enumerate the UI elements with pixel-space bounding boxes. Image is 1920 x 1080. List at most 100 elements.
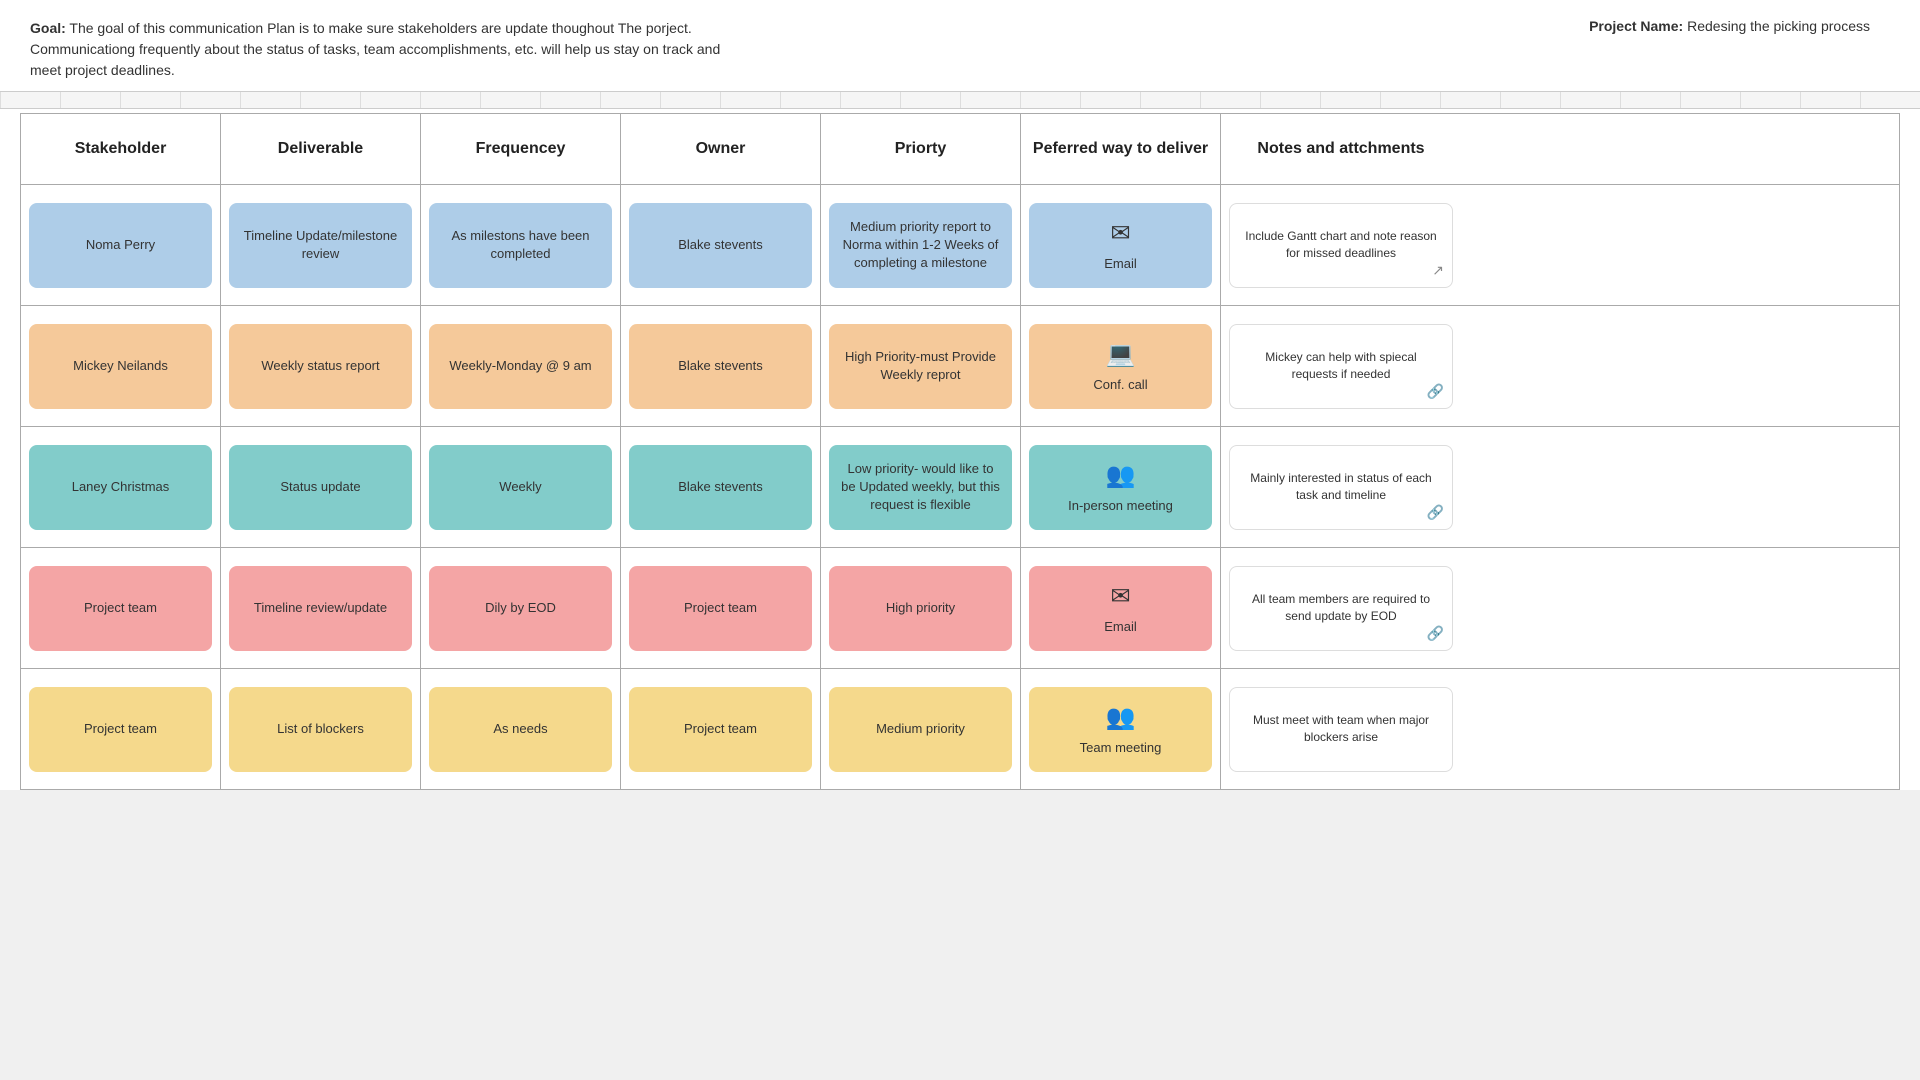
owner-card-4: Project team — [629, 687, 812, 772]
cell-notes-0: Include Gantt chart and note reason for … — [1221, 185, 1461, 305]
cell-priority-4: Medium priority — [821, 669, 1021, 789]
cell-notes-2: Mainly interested in status of each task… — [1221, 427, 1461, 547]
cell-owner-2: Blake stevents — [621, 427, 821, 547]
note-wrapper-0: Include Gantt chart and note reason for … — [1229, 203, 1453, 288]
project-label: Project Name: — [1589, 18, 1683, 34]
deliver-icon-3: ✉ — [1110, 580, 1130, 614]
cell-frequency-2: Weekly — [421, 427, 621, 547]
cell-priority-2: Low priority- would like to be Updated w… — [821, 427, 1021, 547]
priority-card-3: High priority — [829, 566, 1012, 651]
col-frequency: Frequencey — [421, 114, 621, 184]
goal-content: The goal of this communication Plan is t… — [30, 20, 720, 78]
note-wrapper-1: Mickey can help with spiecal requests if… — [1229, 324, 1453, 409]
cell-stakeholder-4: Project team — [21, 669, 221, 789]
link-icon-1: 🔗 — [1427, 382, 1444, 402]
deliver-icon-0: ✉ — [1110, 217, 1130, 251]
cell-deliverable-3: Timeline review/update — [221, 548, 421, 668]
stakeholder-card-3: Project team — [29, 566, 212, 651]
cell-owner-4: Project team — [621, 669, 821, 789]
cell-deliverable-2: Status update — [221, 427, 421, 547]
deliver-card-2: 👥 In-person meeting — [1029, 445, 1212, 530]
note-wrapper-2: Mainly interested in status of each task… — [1229, 445, 1453, 530]
deliverable-card-1: Weekly status report — [229, 324, 412, 409]
cell-frequency-0: As milestons have been completed — [421, 185, 621, 305]
stakeholder-card-0: Noma Perry — [29, 203, 212, 288]
deliverable-card-4: List of blockers — [229, 687, 412, 772]
priority-card-0: Medium priority report to Norma within 1… — [829, 203, 1012, 288]
deliver-card-3: ✉ Email — [1029, 566, 1212, 651]
link-icon-3: 🔗 — [1427, 624, 1444, 644]
priority-card-2: Low priority- would like to be Updated w… — [829, 445, 1012, 530]
deliver-card-0: ✉ Email — [1029, 203, 1212, 288]
cell-deliverable-0: Timeline Update/milestone review — [221, 185, 421, 305]
col-owner: Owner — [621, 114, 821, 184]
table-header: Stakeholder Deliverable Frequencey Owner… — [21, 114, 1899, 185]
deliver-label-3: Email — [1104, 618, 1137, 636]
table-row: Project team Timeline review/update Dily… — [21, 548, 1899, 669]
cell-stakeholder-1: Mickey Neilands — [21, 306, 221, 426]
deliver-card-4: 👥 Team meeting — [1029, 687, 1212, 772]
cell-deliverable-4: List of blockers — [221, 669, 421, 789]
grid-ruler — [0, 91, 1920, 109]
frequency-card-1: Weekly-Monday @ 9 am — [429, 324, 612, 409]
note-wrapper-3: All team members are required to send up… — [1229, 566, 1453, 651]
cell-frequency-1: Weekly-Monday @ 9 am — [421, 306, 621, 426]
deliver-icon-1: 💻 — [1106, 338, 1136, 372]
stakeholder-card-4: Project team — [29, 687, 212, 772]
col-deliverable: Deliverable — [221, 114, 421, 184]
note-card-3: All team members are required to send up… — [1229, 566, 1453, 651]
cell-owner-1: Blake stevents — [621, 306, 821, 426]
stakeholder-card-2: Laney Christmas — [29, 445, 212, 530]
table-body: Noma Perry Timeline Update/milestone rev… — [21, 185, 1899, 789]
frequency-card-3: Dily by EOD — [429, 566, 612, 651]
col-priority: Priorty — [821, 114, 1021, 184]
cell-notes-4: Must meet with team when major blockers … — [1221, 669, 1461, 789]
goal-text: Goal: The goal of this communication Pla… — [30, 18, 730, 81]
cell-notes-3: All team members are required to send up… — [1221, 548, 1461, 668]
cursor-icon-0: ↗ — [1432, 261, 1444, 281]
cell-deliver-2: 👥 In-person meeting — [1021, 427, 1221, 547]
cell-notes-1: Mickey can help with spiecal requests if… — [1221, 306, 1461, 426]
note-card-4: Must meet with team when major blockers … — [1229, 687, 1453, 772]
col-deliver: Peferred way to deliver — [1021, 114, 1221, 184]
deliver-label-0: Email — [1104, 255, 1137, 273]
cell-stakeholder-3: Project team — [21, 548, 221, 668]
page-wrapper: Goal: The goal of this communication Pla… — [0, 0, 1920, 790]
table-row: Mickey Neilands Weekly status report Wee… — [21, 306, 1899, 427]
priority-card-1: High Priority-must Provide Weekly reprot — [829, 324, 1012, 409]
cell-frequency-4: As needs — [421, 669, 621, 789]
owner-card-2: Blake stevents — [629, 445, 812, 530]
deliver-label-2: In-person meeting — [1068, 497, 1173, 515]
project-value: Redesing the picking process — [1683, 18, 1870, 34]
frequency-card-4: As needs — [429, 687, 612, 772]
cell-priority-0: Medium priority report to Norma within 1… — [821, 185, 1021, 305]
cell-owner-0: Blake stevents — [621, 185, 821, 305]
deliverable-card-3: Timeline review/update — [229, 566, 412, 651]
cell-priority-1: High Priority-must Provide Weekly reprot — [821, 306, 1021, 426]
deliverable-card-2: Status update — [229, 445, 412, 530]
link-icon-2: 🔗 — [1427, 503, 1444, 523]
goal-label: Goal: — [30, 20, 66, 36]
stakeholder-card-1: Mickey Neilands — [29, 324, 212, 409]
col-notes: Notes and attchments — [1221, 114, 1461, 184]
deliver-icon-4: 👥 — [1106, 701, 1136, 735]
deliver-label-1: Conf. call — [1093, 376, 1147, 394]
owner-card-0: Blake stevents — [629, 203, 812, 288]
col-stakeholder: Stakeholder — [21, 114, 221, 184]
note-wrapper-4: Must meet with team when major blockers … — [1229, 687, 1453, 772]
note-card-2: Mainly interested in status of each task… — [1229, 445, 1453, 530]
cell-frequency-3: Dily by EOD — [421, 548, 621, 668]
cell-stakeholder-2: Laney Christmas — [21, 427, 221, 547]
priority-card-4: Medium priority — [829, 687, 1012, 772]
header-section: Goal: The goal of this communication Pla… — [0, 0, 1920, 91]
owner-card-3: Project team — [629, 566, 812, 651]
table-container: Stakeholder Deliverable Frequencey Owner… — [20, 113, 1900, 790]
note-card-1: Mickey can help with spiecal requests if… — [1229, 324, 1453, 409]
table-row: Laney Christmas Status update Weekly Bla… — [21, 427, 1899, 548]
table-row: Project team List of blockers As needs P… — [21, 669, 1899, 789]
cell-owner-3: Project team — [621, 548, 821, 668]
cell-deliver-4: 👥 Team meeting — [1021, 669, 1221, 789]
owner-card-1: Blake stevents — [629, 324, 812, 409]
project-name: Project Name: Redesing the picking proce… — [1589, 18, 1890, 81]
deliver-label-4: Team meeting — [1080, 739, 1162, 757]
